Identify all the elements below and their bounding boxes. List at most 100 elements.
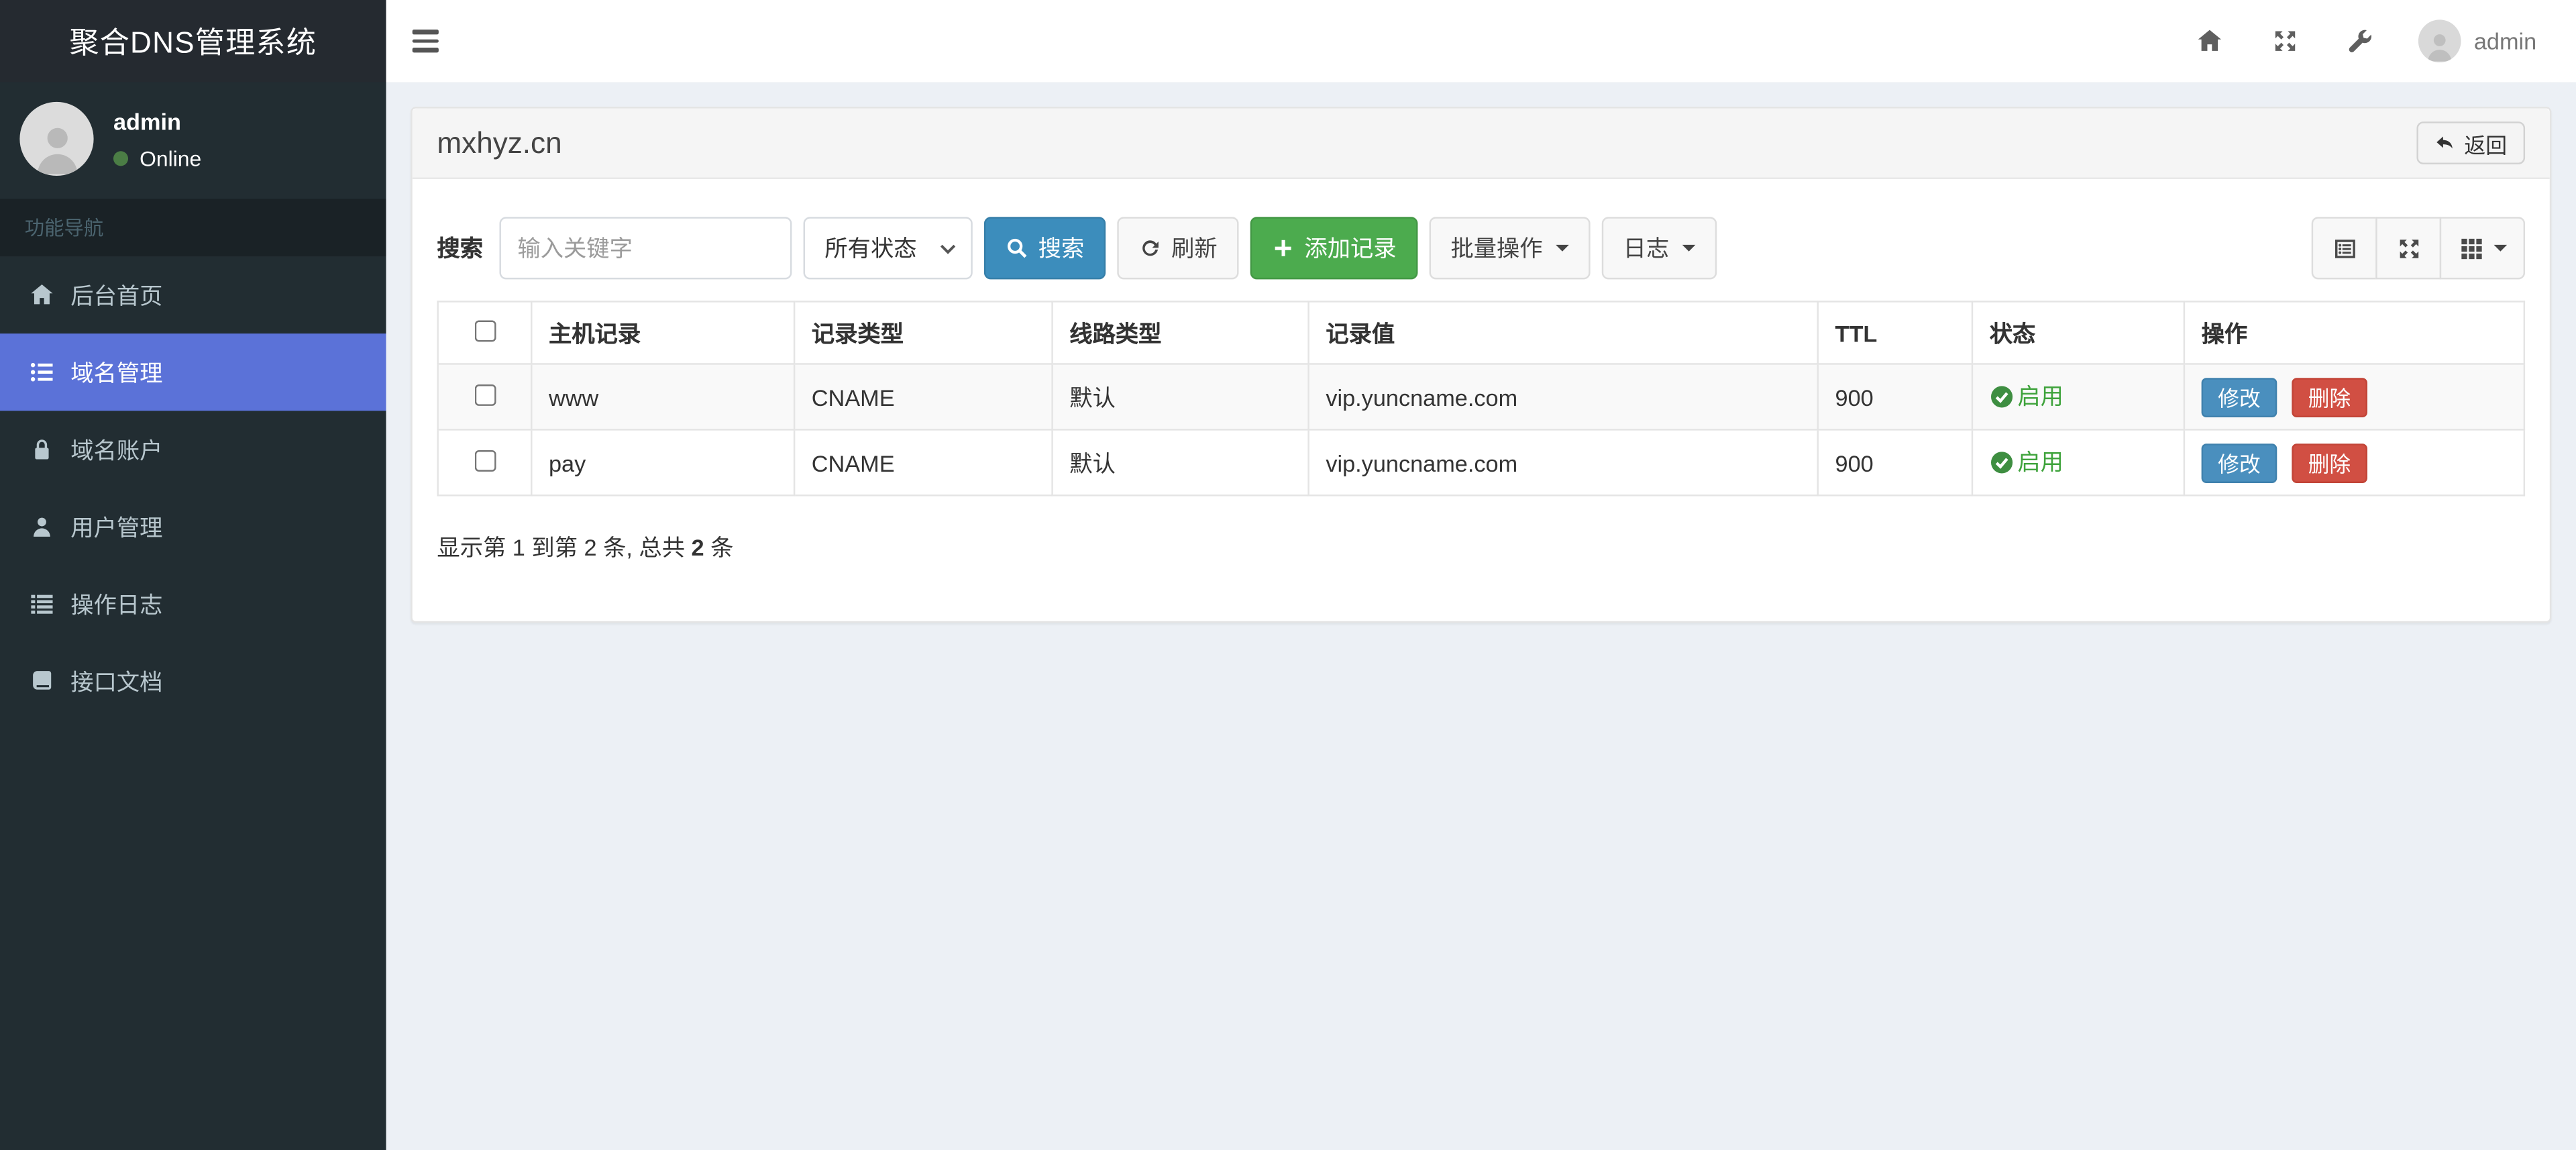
refresh-button[interactable]: 刷新 [1117,217,1239,280]
summary-total: 2 [691,533,704,561]
caret-down-icon [1682,244,1696,252]
status-filter-value: 所有状态 [824,235,917,262]
fullscreen-icon [2399,239,2418,258]
sidebar-item-label: 域名管理 [70,359,163,386]
sidebar-user-panel: admin Online [0,82,386,199]
fullscreen-table-button[interactable] [2375,217,2442,280]
wrench-icon[interactable] [2323,0,2399,82]
status-label: 启用 [2017,449,2063,476]
batch-actions-label: 批量操作 [1450,235,1543,262]
status-badge: 启用 [1990,380,2063,413]
cell-host: pay [531,429,796,496]
col-header-line: 线路类型 [1051,301,1309,365]
sidebar-item-label: 后台首页 [70,282,163,309]
navbar-user-menu[interactable]: admin [2398,19,2537,63]
add-record-button[interactable]: 添加记录 [1250,217,1418,280]
cell-value: vip.yuncname.com [1307,429,1819,496]
edit-button[interactable]: 修改 [2201,377,2277,417]
domain-records-panel: mxhyz.cn 返回 搜索 所有状态 [411,107,2552,623]
search-button[interactable]: 搜索 [983,217,1106,280]
sidebar: 聚合DNS管理系统 admin Online 功能导航 后台首页 域名管理 域名… [0,0,386,1150]
edit-button[interactable]: 修改 [2201,443,2277,482]
cell-type: CNAME [793,429,1053,496]
app-window: 聚合DNS管理系统 admin Online 功能导航 后台首页 域名管理 域名… [0,0,2576,1150]
plus-icon [1275,240,1291,256]
sidebar-item-domain-accounts[interactable]: 域名账户 [0,411,386,488]
refresh-button-label: 刷新 [1171,235,1218,262]
sidebar-item-label: 用户管理 [70,513,163,540]
main-area: admin mxhyz.cn 返回 搜索 输入关键字 所有状态 搜索 刷新 添加… [386,0,2576,1150]
col-header-ttl: TTL [1817,301,1974,365]
cell-line: 默认 [1051,429,1309,496]
sidebar-item-api-docs[interactable]: 接口文档 [0,643,386,720]
sidebar-item-label: 接口文档 [70,668,163,694]
add-record-label: 添加记录 [1304,235,1397,262]
sidebar-item-domains[interactable]: 域名管理 [0,333,386,411]
back-button-label: 返回 [2464,132,2508,157]
search-input[interactable] [499,217,792,280]
log-icon [25,592,58,617]
check-circle-icon [1991,385,2013,407]
user-icon [25,515,58,539]
cell-type: CNAME [793,363,1053,431]
panel-body: 搜索 所有状态 搜索 [413,179,2550,621]
user-avatar [19,101,94,176]
status-filter-select[interactable]: 所有状态 [803,217,973,280]
summary-prefix: 显示第 1 到第 2 条, 总共 [437,533,692,561]
sidebar-toggle-button[interactable] [386,0,462,82]
col-header-type: 记录类型 [793,301,1053,365]
home-icon [25,282,58,307]
col-header-actions: 操作 [2183,301,2526,365]
home-icon[interactable] [2171,0,2247,82]
delete-button[interactable]: 删除 [2292,377,2367,417]
caret-down-icon [1556,244,1569,252]
delete-button[interactable]: 删除 [2292,443,2367,482]
table-row: www CNAME 默认 vip.yuncname.com 900 启用 修改 … [437,363,2526,431]
check-circle-icon [1991,451,2013,473]
batch-actions-dropdown[interactable]: 批量操作 [1429,217,1591,280]
sidebar-item-logs[interactable]: 操作日志 [0,565,386,642]
row-checkbox[interactable] [474,449,496,471]
col-header-value: 记录值 [1307,301,1819,365]
top-navbar: admin [386,0,2576,83]
dns-records-table: 主机记录 记录类型 线路类型 记录值 TTL 状态 操作 www CNAME 默… [437,301,2526,496]
sidebar-item-label: 操作日志 [70,590,163,617]
person-icon [36,127,77,174]
col-header-status: 状态 [1971,301,2186,365]
fullscreen-icon[interactable] [2247,0,2323,82]
select-all-checkbox[interactable] [474,319,496,342]
user-status-label: Online [140,145,202,170]
lock-icon [25,437,58,462]
back-button[interactable]: 返回 [2416,121,2526,164]
sidebar-item-users[interactable]: 用户管理 [0,488,386,565]
content-area: mxhyz.cn 返回 搜索 所有状态 [386,82,2576,1150]
list-alt-icon [2334,239,2355,258]
table-view-controls [2311,217,2526,280]
search-button-label: 搜索 [1038,235,1085,262]
toggle-pagination-button[interactable] [2311,217,2377,280]
navbar-avatar [2418,19,2461,63]
search-label: 搜索 [437,235,484,262]
navbar-right: admin [2171,0,2576,82]
online-dot-icon [113,150,129,166]
sidebar-item-label: 域名账户 [70,436,163,463]
cell-line: 默认 [1051,363,1309,431]
log-dropdown[interactable]: 日志 [1601,217,1717,280]
row-checkbox[interactable] [474,383,496,405]
sidebar-menu: 后台首页 域名管理 域名账户 用户管理 操作日志 接口文档 [0,256,386,720]
user-name: admin [113,107,181,134]
chevron-down-icon [940,244,956,254]
cell-host: www [531,363,796,431]
summary-suffix: 条 [704,533,734,561]
status-badge: 启用 [1990,446,2063,478]
table-header-row: 主机记录 记录类型 线路类型 记录值 TTL 状态 操作 [437,301,2526,365]
columns-dropdown-button[interactable] [2439,217,2526,280]
sidebar-item-dashboard[interactable]: 后台首页 [0,256,386,333]
table-row: pay CNAME 默认 vip.yuncname.com 900 启用 修改 … [437,429,2526,496]
app-logo-title: 聚合DNS管理系统 [0,0,386,83]
reply-arrow-icon [2436,136,2453,149]
navbar-username: admin [2473,28,2537,54]
log-dropdown-label: 日志 [1623,235,1670,262]
panel-header: mxhyz.cn 返回 [412,108,2550,179]
sidebar-nav-header: 功能导航 [0,199,386,257]
